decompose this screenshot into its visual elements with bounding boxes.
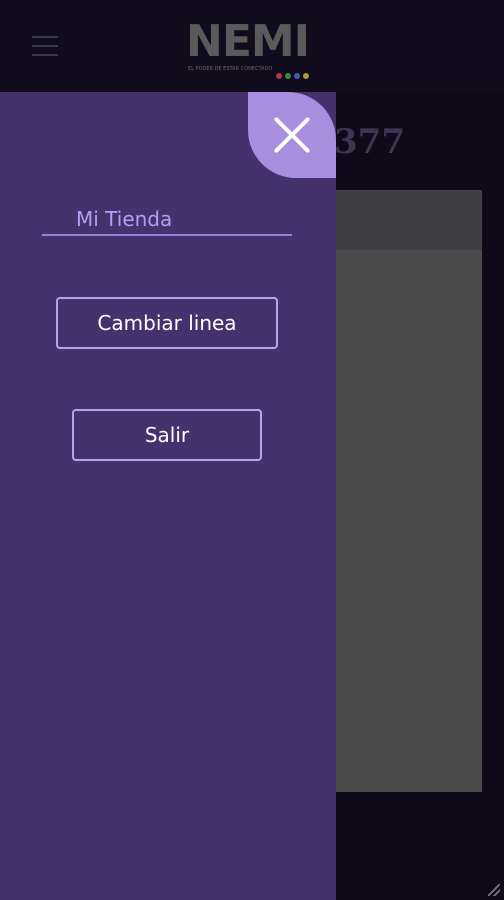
hamburger-icon[interactable] [32, 36, 58, 56]
line-number: 377 [334, 122, 405, 162]
logo-dots [276, 64, 312, 83]
logo-dot [276, 73, 282, 79]
top-bar: NEMI EL PODER DE ESTAR CONECTADO [0, 0, 504, 92]
logo-dot [294, 73, 300, 79]
content-panel-header [334, 190, 482, 250]
change-line-button[interactable]: Cambiar linea [56, 297, 278, 349]
content-panel [334, 190, 482, 792]
exit-button[interactable]: Salir [72, 409, 262, 461]
logo-tagline: EL PODER DE ESTAR CONECTADO [188, 66, 273, 72]
logo-text: NEMI [186, 16, 310, 67]
store-name-field[interactable]: Mi Tienda [42, 202, 292, 236]
logo-dot [285, 73, 291, 79]
logo-dot [303, 73, 309, 79]
app-logo: NEMI EL PODER DE ESTAR CONECTADO [186, 16, 318, 79]
resize-grip-icon[interactable] [488, 884, 500, 896]
